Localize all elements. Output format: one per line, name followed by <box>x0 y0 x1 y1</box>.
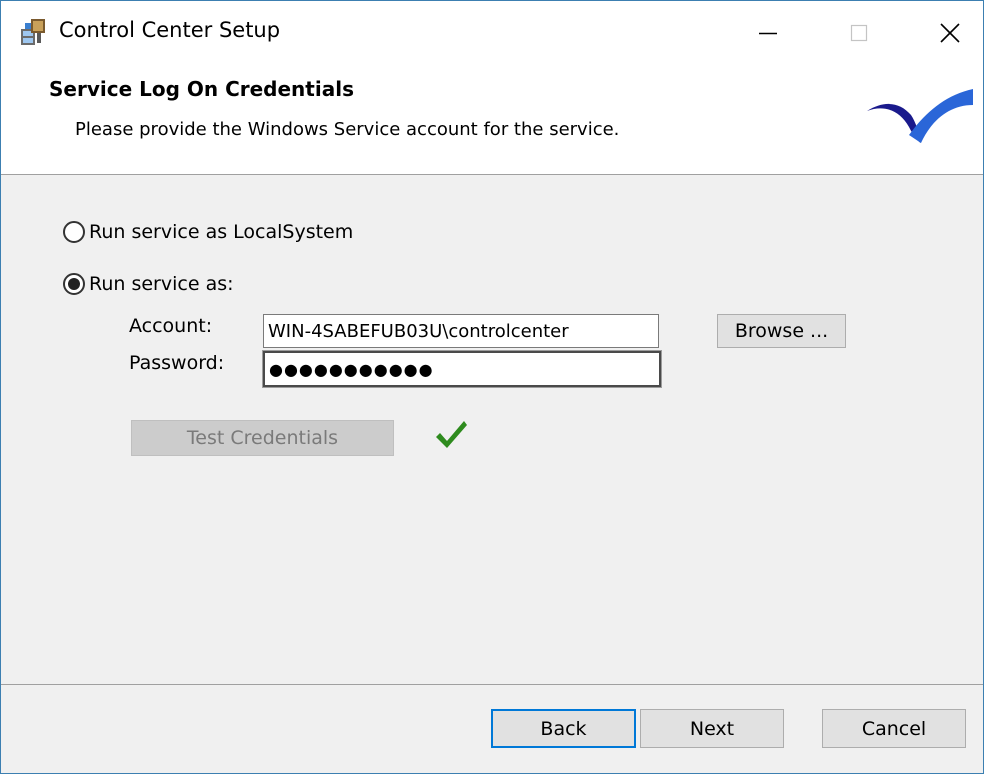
brand-logo-icon <box>867 89 973 143</box>
back-button[interactable]: Back <box>491 709 636 748</box>
page-subtitle: Please provide the Windows Service accou… <box>75 119 620 140</box>
close-button[interactable] <box>920 9 980 57</box>
page-header: Service Log On Credentials Please provid… <box>1 65 983 175</box>
account-input[interactable]: WIN-4SABEFUB03U\controlcenter <box>263 314 659 348</box>
radio-local-system-label: Run service as LocalSystem <box>89 221 354 243</box>
maximize-icon <box>850 24 868 42</box>
password-input[interactable]: ●●●●●●●●●●● <box>262 350 662 388</box>
radio-run-as-label: Run service as: <box>89 273 234 295</box>
close-icon <box>940 23 960 43</box>
radio-button-selected[interactable] <box>63 273 85 295</box>
window-title: Control Center Setup <box>59 18 281 42</box>
browse-button[interactable]: Browse ... <box>717 314 846 348</box>
next-button[interactable]: Next <box>640 709 784 748</box>
checkmark-icon <box>436 421 467 448</box>
minimize-icon <box>759 32 777 35</box>
radio-button-unselected[interactable] <box>63 221 85 243</box>
radio-run-as[interactable]: Run service as: <box>63 273 234 295</box>
setup-window: Control Center Setup Service Log On Cred… <box>0 0 984 774</box>
page-title: Service Log On Credentials <box>49 77 354 101</box>
installer-app-icon <box>21 19 45 45</box>
test-credentials-button: Test Credentials <box>131 420 394 456</box>
account-label: Account: <box>129 315 213 337</box>
radio-selected-dot <box>68 278 80 290</box>
title-bar[interactable]: Control Center Setup <box>1 1 983 65</box>
cancel-button[interactable]: Cancel <box>822 709 966 748</box>
radio-local-system[interactable]: Run service as LocalSystem <box>63 221 353 243</box>
maximize-button <box>829 9 889 57</box>
minimize-button[interactable] <box>738 9 798 57</box>
password-label: Password: <box>129 352 225 374</box>
footer-separator <box>1 684 983 685</box>
